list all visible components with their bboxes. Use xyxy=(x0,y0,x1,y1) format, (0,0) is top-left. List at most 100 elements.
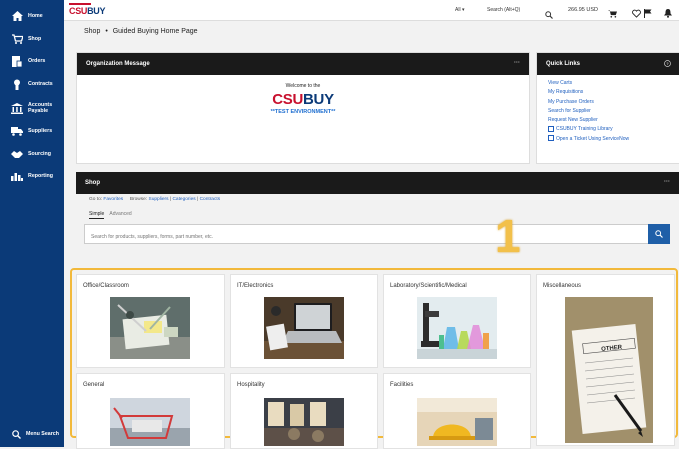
logo-csu: CSU xyxy=(69,6,88,16)
menu-search-button[interactable]: Menu Search xyxy=(0,426,64,442)
breadcrumb-current: Guided Buying Home Page xyxy=(112,28,198,35)
breadcrumb-separator: • xyxy=(105,28,108,35)
office-supplies-image xyxy=(110,297,190,359)
external-link-icon xyxy=(548,126,554,133)
top-bar: CSUBUY All ▾ Search (Alt+Q) 266.95 USD xyxy=(64,0,679,21)
quick-links-panel: Quick Links ? View Carts My Requisitions… xyxy=(536,52,679,164)
notifications-icon[interactable] xyxy=(664,5,672,23)
bank-icon xyxy=(11,102,23,114)
breadcrumb: Shop • Guided Buying Home Page xyxy=(84,28,198,35)
category-tile-laboratory-scientific-medical[interactable]: Laboratory/Scientific/Medical xyxy=(383,274,531,368)
category-tile-office-classroom[interactable]: Office/Classroom xyxy=(76,274,225,368)
quick-link-search-supplier[interactable]: Search for Supplier xyxy=(548,107,679,116)
brand-buy: BUY xyxy=(303,91,334,108)
category-name: Laboratory/Scientific/Medical xyxy=(390,283,467,289)
nav-accounts-payable[interactable]: Accounts Payable xyxy=(0,98,64,118)
quick-link-open-ticket[interactable]: Open a Ticket Using ServiceNow xyxy=(548,135,679,144)
search-scope-select[interactable]: All ▾ xyxy=(455,7,464,13)
shop-search-button[interactable] xyxy=(648,224,670,244)
category-tile-miscellaneous[interactable]: Miscellaneous OTHER xyxy=(536,274,675,446)
external-link-icon xyxy=(548,135,554,142)
nav-suppliers[interactable]: Suppliers xyxy=(0,122,64,140)
category-name: Office/Classroom xyxy=(83,283,129,289)
tab-advanced[interactable]: Advanced xyxy=(109,211,131,217)
nav-suppliers-label: Suppliers xyxy=(28,128,53,134)
svg-text:?: ? xyxy=(666,61,669,66)
nav-home[interactable]: Home xyxy=(0,7,64,25)
shop-panel-header: Shop ··· xyxy=(76,172,679,194)
search-icon xyxy=(12,429,21,439)
favorites-icon[interactable] xyxy=(632,5,641,23)
nav-shop[interactable]: Shop xyxy=(0,30,64,48)
help-icon[interactable]: ? xyxy=(664,60,671,69)
other-form-image: OTHER xyxy=(565,297,653,443)
quick-link-request-supplier[interactable]: Request New Supplier xyxy=(548,116,679,125)
quick-link-label: Search for Supplier xyxy=(548,107,591,114)
category-name: Miscellaneous xyxy=(543,283,582,289)
shop-panel: Shop ··· Go to: Favorites Browse: Suppli… xyxy=(76,172,679,262)
cart-total[interactable]: 266.95 USD xyxy=(568,7,598,13)
global-search-input[interactable]: Search (Alt+Q) xyxy=(487,5,537,15)
category-tile-facilities[interactable]: Facilities xyxy=(383,373,531,449)
category-tile-general[interactable]: General xyxy=(76,373,225,449)
quick-link-label: My Requisitions xyxy=(548,89,584,96)
quick-link-my-requisitions[interactable]: My Requisitions xyxy=(548,88,679,97)
logo-tagline xyxy=(69,3,91,5)
categories-link[interactable]: Categories xyxy=(172,197,195,202)
shop-search-input[interactable] xyxy=(85,228,633,246)
quick-links-title: Quick Links xyxy=(546,61,581,67)
facilities-hard-hat-image xyxy=(417,398,497,446)
test-environment-label: **TEST ENVIRONMENT** xyxy=(270,109,336,115)
hospitality-image xyxy=(264,398,344,446)
app-logo[interactable]: CSUBUY xyxy=(69,6,106,16)
quick-link-label: Open a Ticket Using ServiceNow xyxy=(556,135,630,142)
logo-buy: BUY xyxy=(87,6,106,16)
chart-icon xyxy=(11,170,23,182)
category-name: General xyxy=(83,382,105,388)
favorites-link[interactable]: Favorites xyxy=(103,197,123,202)
breadcrumb-root[interactable]: Shop xyxy=(84,28,100,35)
tab-simple[interactable]: Simple xyxy=(89,211,105,219)
shop-search-box xyxy=(84,224,649,246)
quick-link-label: View Carts xyxy=(548,80,573,86)
nav-sourcing[interactable]: Sourcing xyxy=(0,145,64,163)
org-panel-header: Organization Message ··· xyxy=(77,53,529,75)
quick-link-training-library[interactable]: CSUBUY Training Library xyxy=(548,125,679,134)
nav-reporting[interactable]: Reporting xyxy=(0,167,64,185)
goto-label: Go to: xyxy=(89,197,103,202)
category-name: Facilities xyxy=(390,382,414,388)
search-icon[interactable] xyxy=(545,6,553,24)
brand-logo: CSUBUY xyxy=(77,91,529,108)
org-panel-title: Organization Message xyxy=(86,61,150,67)
link-separator: | xyxy=(196,197,199,202)
contracts-link[interactable]: Contracts xyxy=(200,197,221,202)
callout-number: 1 xyxy=(495,210,521,262)
nav-accounts-payable-label: Accounts Payable xyxy=(28,102,53,114)
flag-icon[interactable] xyxy=(644,5,652,23)
nav-contracts-label: Contracts xyxy=(28,81,53,87)
home-icon xyxy=(11,10,23,22)
quick-links-header: Quick Links ? xyxy=(537,53,679,75)
contracts-icon xyxy=(11,78,23,90)
more-options-icon[interactable]: ··· xyxy=(664,179,670,185)
quick-link-view-carts[interactable]: View Carts xyxy=(548,79,679,88)
organization-message-panel: Organization Message ··· Welcome to the … xyxy=(76,52,530,164)
cart-icon[interactable] xyxy=(608,5,617,23)
menu-search-label: Menu Search xyxy=(26,431,59,437)
general-shopping-cart-image xyxy=(110,398,190,446)
suppliers-icon xyxy=(11,125,23,137)
nav-shop-label: Shop xyxy=(28,36,42,42)
suppliers-link[interactable]: Suppliers xyxy=(149,197,169,202)
category-tile-hospitality[interactable]: Hospitality xyxy=(230,373,378,449)
category-tile-it-electronics[interactable]: IT/Electronics xyxy=(230,274,378,368)
nav-home-label: Home xyxy=(28,13,43,19)
category-name: IT/Electronics xyxy=(237,283,274,289)
laptop-image xyxy=(264,297,344,359)
more-options-icon[interactable]: ··· xyxy=(514,60,520,66)
nav-reporting-label: Reporting xyxy=(28,173,54,179)
nav-contracts[interactable]: Contracts xyxy=(0,75,64,93)
nav-orders[interactable]: Orders xyxy=(0,52,64,70)
quick-link-my-purchase-orders[interactable]: My Purchase Orders xyxy=(548,98,679,107)
browse-label: Browse: xyxy=(129,197,148,202)
link-separator: | xyxy=(169,197,172,202)
